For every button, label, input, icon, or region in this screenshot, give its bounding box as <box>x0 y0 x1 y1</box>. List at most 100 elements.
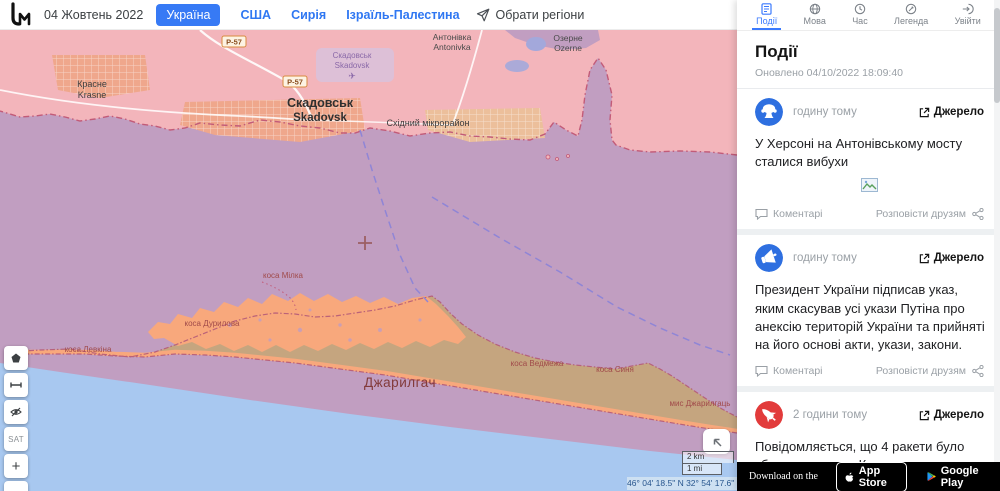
event-time: годину тому <box>793 252 857 265</box>
external-link-icon <box>919 107 930 117</box>
satellite-label: SAT <box>8 434 24 444</box>
tab-syria[interactable]: Сирія <box>291 8 326 22</box>
event-text: У Херсоні на Антонівському мосту сталися… <box>755 136 963 170</box>
scrollbar-thumb[interactable] <box>994 8 1000 103</box>
map-graphic: Р-57 Р-57 Антонівка Antonivka Озерне Oze… <box>0 30 737 491</box>
share-button[interactable]: Розповісти друзям <box>876 365 984 378</box>
sidebar-tabbar: Події Мова Час Легенда Увійти <box>737 0 1000 31</box>
clock-icon <box>854 3 866 14</box>
tab-language[interactable]: Мова <box>800 0 830 30</box>
comment-bubble-icon <box>755 209 768 221</box>
zoom-in-button[interactable]: + <box>4 454 28 478</box>
feed-icon <box>761 2 772 15</box>
label-spit-vedmezha: коса Ведмежа <box>511 359 564 368</box>
share-button[interactable]: Розповісти друзям <box>876 208 984 221</box>
tab-israel-palestine[interactable]: Ізраїль-Палестина <box>346 8 459 22</box>
panel-title: Події <box>755 42 798 61</box>
draw-polygon-button[interactable] <box>4 346 28 370</box>
scrollbar-track[interactable] <box>994 0 1000 491</box>
svg-text:Р-57: Р-57 <box>226 38 242 47</box>
label-cape: мис Джарилгаць <box>670 399 731 408</box>
road-badge: Р-57 <box>221 35 247 48</box>
svg-text:Р-57: Р-57 <box>287 78 303 87</box>
svg-text:Antonivka: Antonivka <box>433 42 471 52</box>
share-icon <box>972 208 984 221</box>
panel-header: Події Оновлено 04/10/2022 18:09:40 <box>737 31 1000 89</box>
svg-text:Skadovsk: Skadovsk <box>293 112 347 124</box>
send-plane-icon <box>476 8 489 21</box>
broken-image-icon <box>860 178 879 197</box>
tab-ukraine[interactable]: Україна <box>156 3 221 26</box>
label-skadovsk-city: Скадовськ <box>287 96 354 110</box>
label-island: Джарилгач <box>364 375 436 390</box>
external-link-icon <box>919 253 930 264</box>
eye-off-icon <box>10 407 22 417</box>
megaphone-icon <box>755 244 783 273</box>
scale-bar-km: 2 km <box>682 451 734 463</box>
label-district: Східний мікрорайон <box>387 118 470 128</box>
airport-plane-icon: ✈ <box>348 71 356 81</box>
label-spit-synia: коса Синя <box>596 365 634 374</box>
lake <box>526 37 546 51</box>
sidebar: Події Мова Час Легенда Увійти Події Онов… <box>737 0 1000 491</box>
globe-icon <box>809 3 820 14</box>
comments-button[interactable]: Коментарі <box>755 365 876 378</box>
app-download-bar: Download on the App Store Google Play <box>737 461 1000 491</box>
liveuamap-app: 04 Жовтень 2022 Україна США Сирія Ізраїл… <box>0 0 1000 491</box>
svg-text:Skadovsk: Skadovsk <box>335 61 371 70</box>
event-time: годину тому <box>793 106 857 118</box>
zoom-out-button[interactable]: − <box>4 481 28 491</box>
measure-distance-button[interactable] <box>4 373 28 397</box>
external-link-icon <box>919 410 930 420</box>
ruler-icon <box>10 382 22 388</box>
event-text: Президент України підписав указ, яким ск… <box>755 282 985 352</box>
source-link[interactable]: Джерело <box>919 252 984 264</box>
select-regions-button[interactable]: Обрати регіони <box>476 7 585 22</box>
login-icon <box>962 3 974 14</box>
arrow-northwest-icon <box>713 438 722 447</box>
lake <box>505 60 529 72</box>
tab-usa[interactable]: США <box>240 8 271 22</box>
download-label: Download on the <box>749 471 818 482</box>
label-spit-milka: коса Мілка <box>263 271 303 280</box>
cursor-coordinates: 46° 04' 18.5" N 32° 54' 17.6" E <box>627 477 737 490</box>
label-ozerne: Озерне <box>553 33 583 43</box>
apple-icon <box>845 472 854 482</box>
pentagon-icon <box>11 353 21 363</box>
comment-bubble-icon <box>755 366 768 378</box>
satellite-layer-button[interactable]: SAT <box>4 427 28 451</box>
label-airport: Скадовськ <box>333 51 372 60</box>
explosion-icon <box>755 98 783 126</box>
event-card: годину тому Джерело Президент України пі… <box>737 235 1000 386</box>
google-play-icon <box>927 472 936 481</box>
label-spit-durylova: коса Дурилова <box>185 319 241 328</box>
tab-legend[interactable]: Легенда <box>890 0 932 30</box>
last-updated: Оновлено 04/10/2022 18:09:40 <box>755 67 904 79</box>
scale-bar-mi: 1 mi <box>682 463 722 475</box>
tab-events[interactable]: Події <box>752 0 782 30</box>
event-time: 2 години тому <box>793 409 868 422</box>
comments-button[interactable]: Коментарі <box>755 208 876 221</box>
map-canvas[interactable]: Р-57 Р-57 Антонівка Antonivka Озерне Oze… <box>0 30 737 491</box>
svg-text:Krasne: Krasne <box>78 90 107 100</box>
label-krasne: Красне <box>77 79 107 89</box>
select-regions-label: Обрати регіони <box>495 7 585 22</box>
source-link[interactable]: Джерело <box>919 409 984 421</box>
google-play-badge[interactable]: Google Play <box>927 465 988 489</box>
hide-markers-button[interactable] <box>4 400 28 424</box>
current-date: 04 Жовтень 2022 <box>44 7 144 22</box>
label-spit-levkina: коса Левкіна <box>65 345 112 354</box>
liveuamap-logo-icon[interactable] <box>8 1 34 28</box>
label-antonivka: Антонівка <box>433 32 472 42</box>
topbar: 04 Жовтень 2022 Україна США Сирія Ізраїл… <box>0 0 737 30</box>
source-link[interactable]: Джерело <box>919 106 984 118</box>
event-card: годину тому Джерело У Херсоні на Антонів… <box>737 89 1000 229</box>
compass-icon <box>905 3 917 14</box>
road-badge: Р-57 <box>282 75 308 88</box>
rocket-icon <box>755 401 783 430</box>
tab-time[interactable]: Час <box>848 0 872 30</box>
share-icon <box>972 365 984 378</box>
app-store-badge[interactable]: App Store <box>835 461 907 491</box>
tab-login[interactable]: Увійти <box>951 0 985 30</box>
svg-text:Ozerne: Ozerne <box>554 43 582 53</box>
